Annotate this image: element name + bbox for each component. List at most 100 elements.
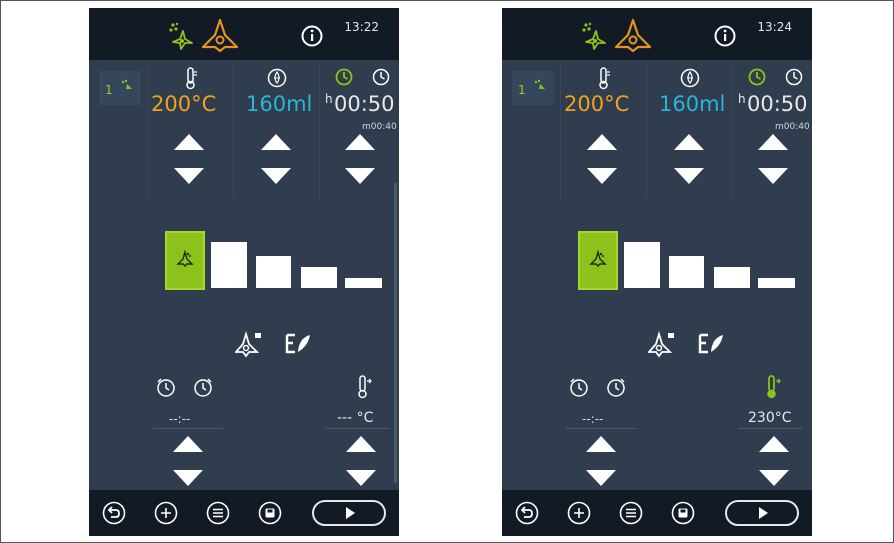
save-icon[interactable] [671, 501, 695, 525]
fan-speed-level-3[interactable] [256, 256, 291, 288]
humidity-down-button[interactable] [674, 168, 704, 184]
add-icon[interactable] [154, 501, 178, 525]
temperature-down-button[interactable] [587, 168, 617, 184]
time-down-button[interactable] [758, 168, 788, 184]
oven-screen-right: 13:24 1 200°C 160ml h 00:50 m00:40 --:--… [502, 8, 812, 536]
fan-icon[interactable] [614, 17, 652, 53]
fan-speed-level-5[interactable] [345, 278, 382, 288]
time-sub: m00:40 [775, 122, 810, 132]
step-steam-icon [534, 79, 545, 89]
core-up-button[interactable] [346, 436, 376, 452]
temperature-up-button[interactable] [587, 134, 617, 150]
fan-speed-level-2[interactable] [211, 242, 247, 288]
top-bar: 13:22 [89, 8, 399, 60]
time-column: h 00:50 m00:40 [319, 62, 399, 198]
steam-icon[interactable] [578, 21, 608, 51]
scrollbar[interactable] [394, 183, 397, 483]
time-value[interactable]: h 00:50 [738, 92, 808, 116]
eco-icon[interactable] [698, 332, 724, 356]
humidity-down-button[interactable] [261, 168, 291, 184]
fan-pulse-icon[interactable] [648, 330, 676, 358]
fan-speed-icon [589, 250, 607, 267]
top-bar: 13:24 [502, 8, 812, 60]
humidity-value[interactable]: 160ml [246, 92, 312, 116]
oven-screen-left: 13:22 1 200°C 160ml h 00:50 m00:40 --:--… [89, 8, 399, 536]
humidity-value[interactable]: 160ml [659, 92, 725, 116]
thermometer-icon [186, 67, 197, 90]
back-icon[interactable] [102, 501, 126, 525]
start-button[interactable] [312, 500, 386, 526]
bottom-bar [89, 490, 399, 536]
menu-icon[interactable] [206, 501, 230, 525]
fan-speed-icon [176, 250, 194, 267]
fan-speed-level-2[interactable] [624, 242, 660, 288]
core-underline [325, 428, 389, 429]
fan-speed-level-3[interactable] [669, 256, 704, 288]
time-main: 00:50 [334, 92, 395, 116]
delay-up-button[interactable] [586, 436, 616, 452]
save-icon[interactable] [258, 501, 282, 525]
temperature-up-button[interactable] [174, 134, 204, 150]
temperature-column: 200°C [147, 62, 234, 198]
back-icon[interactable] [515, 501, 539, 525]
temperature-value[interactable]: 200°C [564, 92, 629, 116]
step-number: 1 [518, 83, 526, 97]
delay-down-button[interactable] [173, 470, 203, 486]
fan-speed-level-1[interactable] [167, 233, 203, 288]
fan-speed-level-5[interactable] [758, 278, 795, 288]
humidity-up-button[interactable] [674, 134, 704, 150]
step-number: 1 [105, 83, 113, 97]
step-indicator[interactable]: 1 [99, 71, 141, 105]
time-down-button[interactable] [345, 168, 375, 184]
core-down-button[interactable] [346, 470, 376, 486]
core-temp-value[interactable]: --- °C [337, 410, 373, 426]
humidity-drop-icon [267, 68, 287, 88]
parameter-panel: 1 200°C 160ml h 00:50 m00:40 [502, 62, 812, 198]
time-column: h 00:50 m00:40 [732, 62, 812, 198]
core-up-button[interactable] [759, 436, 789, 452]
core-underline [738, 428, 802, 429]
cook-time-icon[interactable] [335, 68, 353, 86]
delay-end-icon[interactable] [192, 376, 214, 398]
temperature-down-button[interactable] [174, 168, 204, 184]
fan-speed-level-4[interactable] [714, 267, 750, 288]
time-up-button[interactable] [758, 134, 788, 150]
eco-icon[interactable] [285, 332, 311, 356]
core-down-button[interactable] [759, 470, 789, 486]
delay-start-icon[interactable] [155, 376, 177, 398]
temperature-column: 200°C [560, 62, 647, 198]
core-probe-icon[interactable] [355, 374, 373, 400]
step-indicator[interactable]: 1 [512, 71, 554, 105]
time-value[interactable]: h 00:50 [325, 92, 395, 116]
delay-time-value[interactable]: --:-- [582, 412, 603, 426]
total-time-icon[interactable] [372, 68, 390, 86]
parameter-panel: 1 200°C 160ml h 00:50 m00:40 [89, 62, 399, 198]
add-icon[interactable] [567, 501, 591, 525]
steam-icon[interactable] [165, 21, 195, 51]
fan-speed-level-4[interactable] [301, 267, 337, 288]
core-probe-icon[interactable] [764, 374, 782, 400]
core-temp-value[interactable]: 230°C [748, 410, 792, 426]
time-up-button[interactable] [345, 134, 375, 150]
info-icon[interactable] [714, 25, 736, 47]
delay-down-button[interactable] [586, 470, 616, 486]
start-button[interactable] [725, 500, 799, 526]
fan-icon[interactable] [201, 17, 239, 53]
fan-speed-level-1[interactable] [580, 233, 616, 288]
delay-underline [566, 428, 636, 429]
total-time-icon[interactable] [785, 68, 803, 86]
delay-end-icon[interactable] [605, 376, 627, 398]
humidity-column: 160ml [233, 62, 320, 198]
delay-time-value[interactable]: --:-- [169, 412, 190, 426]
menu-icon[interactable] [619, 501, 643, 525]
info-icon[interactable] [301, 25, 323, 47]
humidity-up-button[interactable] [261, 134, 291, 150]
humidity-column: 160ml [646, 62, 733, 198]
cook-time-icon[interactable] [748, 68, 766, 86]
delay-start-icon[interactable] [568, 376, 590, 398]
fan-pulse-icon[interactable] [235, 330, 263, 358]
humidity-drop-icon [680, 68, 700, 88]
delay-up-button[interactable] [173, 436, 203, 452]
thermometer-icon [599, 67, 610, 90]
temperature-value[interactable]: 200°C [151, 92, 216, 116]
